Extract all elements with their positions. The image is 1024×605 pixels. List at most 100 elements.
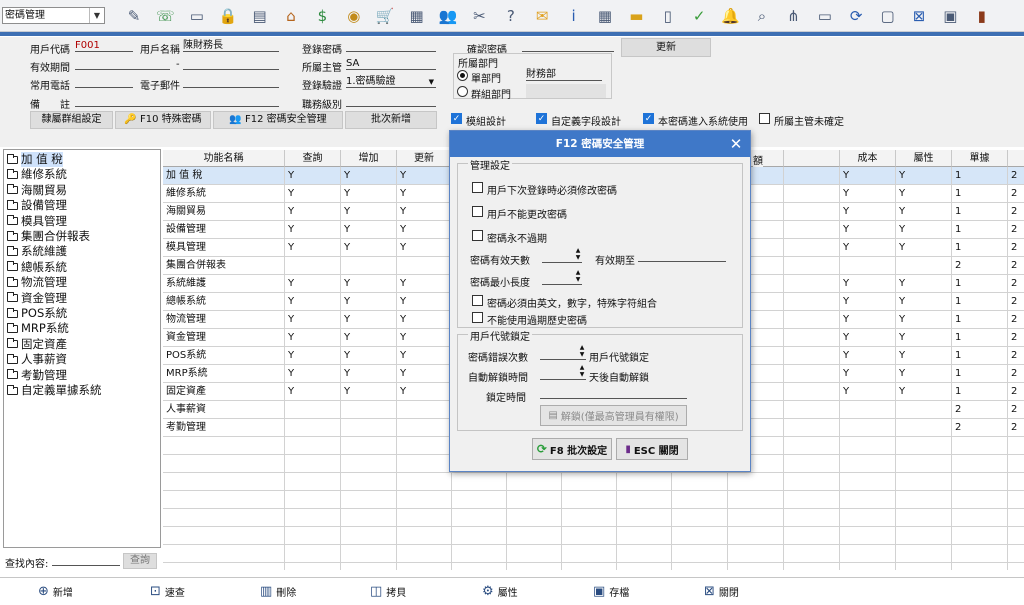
table-cell[interactable]: 1 — [952, 311, 1008, 329]
table-cell[interactable] — [672, 509, 728, 527]
row-function-name[interactable]: 考勤管理 — [163, 419, 285, 437]
table-cell[interactable] — [952, 455, 1008, 473]
row-function-name[interactable]: 設備管理 — [163, 221, 285, 239]
table-cell[interactable]: Y — [341, 365, 397, 383]
table-cell[interactable] — [896, 527, 952, 545]
confirm-pwd-field[interactable] — [522, 40, 614, 52]
table-cell[interactable] — [285, 419, 341, 437]
table-cell[interactable] — [840, 257, 896, 275]
login-verify-select[interactable]: 1.密碼驗證 ▼ — [346, 76, 436, 88]
table-cell[interactable] — [840, 491, 896, 509]
tree-item[interactable]: 資金管理 — [7, 291, 67, 306]
table-cell[interactable] — [672, 473, 728, 491]
document-icon[interactable]: ▯ — [657, 5, 679, 27]
row-function-name[interactable] — [163, 563, 285, 570]
table-cell[interactable]: Y — [896, 185, 952, 203]
delete-button[interactable]: ▥ 刪除 — [260, 584, 296, 599]
no-history-checkbox[interactable] — [472, 312, 483, 323]
tree-item[interactable]: 維修系統 — [7, 167, 67, 182]
row-function-name[interactable]: 維修系統 — [163, 185, 285, 203]
table-cell[interactable]: Y — [896, 329, 952, 347]
refresh-icon[interactable]: ⟳ — [845, 5, 867, 27]
table-cell[interactable] — [784, 473, 840, 491]
table-cell[interactable] — [397, 563, 452, 570]
table-cell[interactable]: 1 — [952, 239, 1008, 257]
org-chart-icon[interactable]: ⋔ — [782, 5, 804, 27]
table-cell[interactable] — [341, 455, 397, 473]
single-dept-field[interactable]: 財務部 — [526, 69, 602, 81]
never-expire-checkbox[interactable] — [472, 230, 483, 241]
table-cell[interactable] — [728, 509, 784, 527]
table-cell[interactable] — [784, 275, 840, 293]
cart-icon[interactable]: 🛒 — [374, 5, 396, 27]
table-cell[interactable]: Y — [397, 167, 452, 185]
supervisor-unconfirmed-checkbox[interactable] — [759, 113, 770, 124]
chevron-down-icon[interactable]: ▼ — [89, 8, 104, 23]
briefcase-icon[interactable]: ▤ — [249, 5, 271, 27]
table-cell[interactable] — [784, 311, 840, 329]
table-cell[interactable]: Y — [896, 275, 952, 293]
property-button[interactable]: ⚙ 屬性 — [482, 584, 518, 599]
table-cell[interactable]: Y — [341, 329, 397, 347]
table-cell[interactable]: 2 — [1008, 419, 1024, 437]
table-cell[interactable]: 2 — [1008, 257, 1024, 275]
table-cell[interactable]: Y — [840, 239, 896, 257]
table-cell[interactable]: Y — [840, 167, 896, 185]
table-cell[interactable]: Y — [840, 365, 896, 383]
table-cell[interactable] — [507, 545, 562, 563]
group-setting-button[interactable]: 隸屬群組設定 — [30, 111, 113, 129]
tree-item[interactable]: 系統維護 — [7, 244, 67, 259]
row-function-name[interactable]: 資金管理 — [163, 329, 285, 347]
table-cell[interactable] — [341, 473, 397, 491]
table-cell[interactable] — [784, 383, 840, 401]
table-cell[interactable]: Y — [341, 311, 397, 329]
table-cell[interactable] — [397, 437, 452, 455]
table-cell[interactable] — [896, 491, 952, 509]
tools-icon[interactable]: ✂ — [468, 5, 490, 27]
table-cell[interactable]: 1 — [952, 221, 1008, 239]
row-function-name[interactable]: 人事薪資 — [163, 401, 285, 419]
table-cell[interactable] — [507, 563, 562, 570]
table-cell[interactable]: Y — [397, 203, 452, 221]
save-button[interactable]: ▣ 存檔 — [593, 584, 629, 599]
table-cell[interactable]: Y — [397, 221, 452, 239]
table-cell[interactable] — [562, 473, 617, 491]
table-cell[interactable]: Y — [840, 329, 896, 347]
table-cell[interactable] — [728, 473, 784, 491]
info-icon[interactable]: i — [563, 5, 585, 27]
table-cell[interactable] — [784, 563, 840, 570]
table-cell[interactable] — [840, 527, 896, 545]
table-cell[interactable]: Y — [285, 221, 341, 239]
table-cell[interactable]: Y — [285, 347, 341, 365]
table-cell[interactable]: Y — [840, 275, 896, 293]
table-cell[interactable] — [285, 257, 341, 275]
table-cell[interactable]: Y — [896, 347, 952, 365]
table-cell[interactable] — [562, 491, 617, 509]
table-cell[interactable]: Y — [896, 293, 952, 311]
table-cell[interactable] — [784, 239, 840, 257]
table-cell[interactable] — [617, 527, 672, 545]
column-header[interactable]: 鎖單 — [1008, 150, 1024, 167]
table-cell[interactable] — [784, 257, 840, 275]
table-cell[interactable] — [1008, 437, 1024, 455]
stepper-arrows-icon[interactable]: ▲ ▼ — [574, 269, 582, 283]
table-cell[interactable]: 2 — [1008, 329, 1024, 347]
table-cell[interactable]: Y — [341, 167, 397, 185]
dialog-close-icon[interactable]: ✕ — [724, 131, 748, 157]
table-cell[interactable] — [1008, 491, 1024, 509]
column-header[interactable] — [784, 150, 840, 167]
table-cell[interactable] — [952, 473, 1008, 491]
table-cell[interactable] — [728, 563, 784, 570]
exit-door-icon[interactable]: ▮ — [971, 5, 993, 27]
table-cell[interactable] — [341, 545, 397, 563]
wrong-times-stepper[interactable]: ▲ ▼ — [540, 344, 586, 360]
tree-item[interactable]: 集團合併報表 — [7, 229, 90, 244]
table-cell[interactable] — [784, 401, 840, 419]
pwd-enter-checkbox[interactable]: ✓ — [643, 113, 654, 124]
stepper-arrows-icon[interactable]: ▲ ▼ — [574, 247, 582, 261]
table-cell[interactable]: Y — [341, 275, 397, 293]
table-cell[interactable]: Y — [840, 293, 896, 311]
table-cell[interactable] — [952, 545, 1008, 563]
table-cell[interactable]: 2 — [1008, 167, 1024, 185]
module-select[interactable]: 密碼管理 ▼ — [2, 7, 105, 24]
